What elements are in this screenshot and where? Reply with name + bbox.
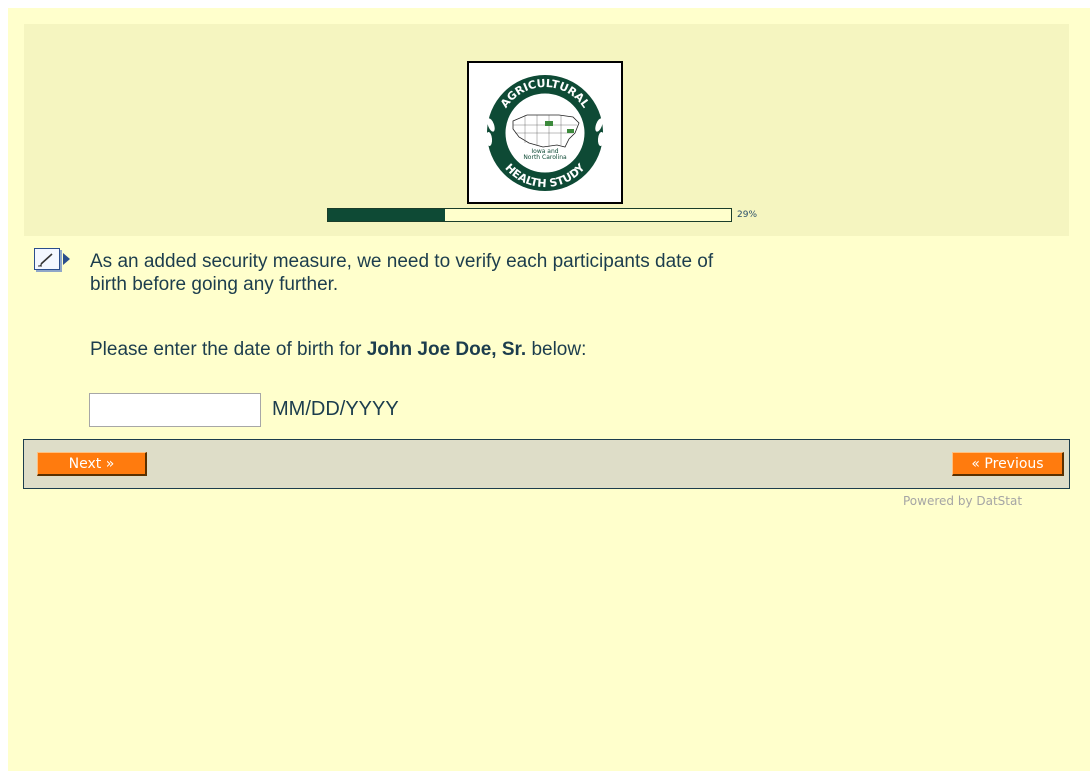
play-arrow-icon (63, 253, 70, 265)
dob-input[interactable] (89, 393, 261, 427)
question-line-1: As an added security measure, we need to… (90, 251, 714, 272)
dob-prompt-prefix: Please enter the date of birth for (90, 339, 367, 360)
question-text: As an added security measure, we need to… (90, 250, 970, 296)
navigation-bar: Next » « Previous (23, 439, 1070, 489)
powered-by-text: Powered by DatStat (903, 494, 1023, 508)
next-button[interactable]: Next » (37, 452, 147, 476)
participant-name: John Joe Doe, Sr. (366, 339, 527, 360)
header-banner: Iowa and North Carolina AGRICULTURAL HEA… (24, 24, 1069, 236)
survey-page: Iowa and North Carolina AGRICULTURAL HEA… (8, 8, 1090, 771)
study-logo: Iowa and North Carolina AGRICULTURAL HEA… (467, 61, 623, 204)
dob-prompt-suffix: below: (526, 339, 587, 360)
question-line-2: birth before going any further. (90, 274, 339, 295)
dob-format-hint: MM/DD/YYYY (272, 398, 399, 420)
previous-button[interactable]: « Previous (952, 452, 1064, 476)
progress-bar (327, 208, 732, 222)
progress-bar-fill (328, 209, 445, 221)
progress-label: 29% (737, 210, 758, 220)
edit-pencil-icon[interactable] (34, 248, 60, 270)
logo-center-text-line2: North Carolina (523, 154, 567, 161)
dob-prompt: Please enter the date of birth for John … (90, 339, 586, 361)
